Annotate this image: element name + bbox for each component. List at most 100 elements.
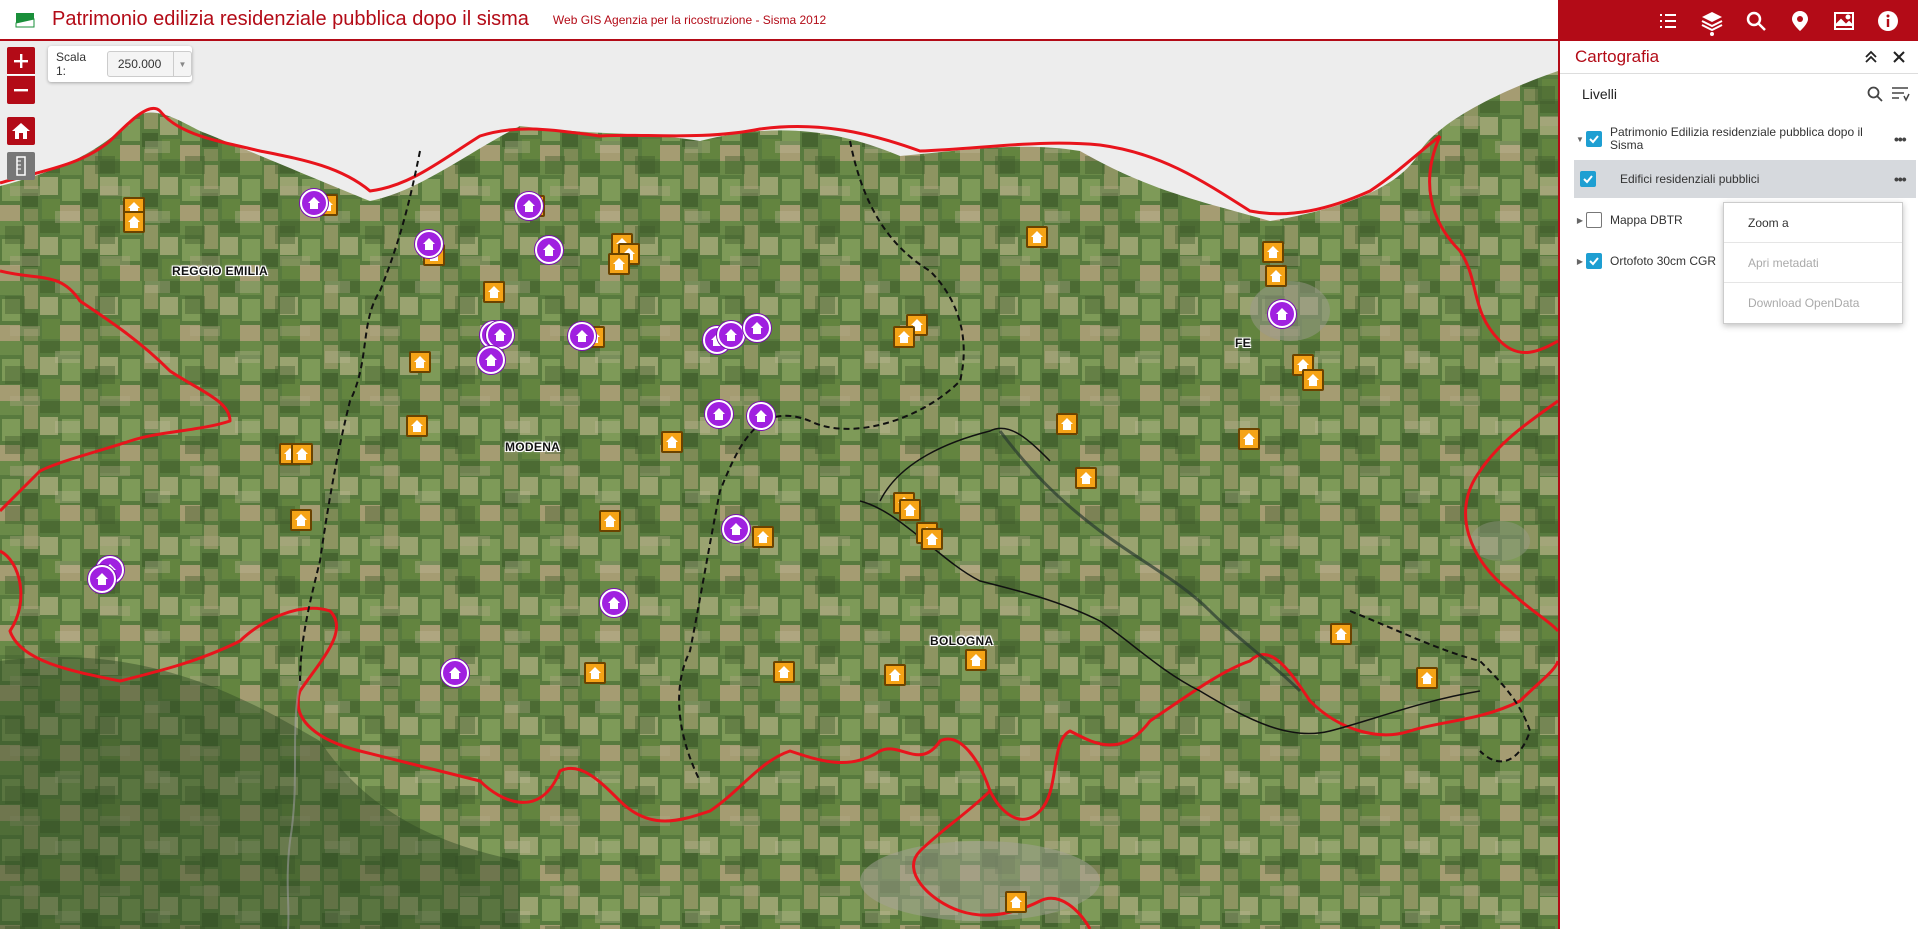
layer-item-patrimonio[interactable]: ▼ Patrimonio Edilizia residenziale pubbl… [1574, 122, 1916, 156]
menu-item-zoom[interactable]: Zoom a [1724, 203, 1902, 243]
house-icon [926, 533, 938, 545]
close-icon[interactable] [1890, 48, 1908, 66]
house-icon [751, 322, 763, 334]
house-icon [1270, 270, 1282, 282]
house-icon [576, 330, 588, 342]
city-label-reggio-emilia: REGGIO EMILIA [172, 264, 268, 278]
layers-button[interactable] [1690, 0, 1734, 41]
building-marker[interactable] [773, 661, 795, 683]
menu-item-metadata[interactable]: Apri metadati [1724, 243, 1902, 283]
building-marker-purple[interactable] [743, 314, 771, 342]
building-marker-purple[interactable] [717, 321, 745, 349]
building-marker-purple[interactable] [705, 400, 733, 428]
widget-toolbar [1558, 0, 1918, 41]
building-marker-purple[interactable] [747, 402, 775, 430]
expand-icon[interactable]: ▼ [1574, 133, 1586, 145]
building-marker[interactable] [1302, 369, 1324, 391]
info-button[interactable] [1866, 0, 1910, 41]
building-marker[interactable] [1265, 265, 1287, 287]
filter-icon[interactable] [1890, 85, 1910, 103]
building-marker-purple[interactable] [1268, 300, 1296, 328]
building-marker[interactable] [1330, 623, 1352, 645]
house-icon [1243, 433, 1255, 445]
app-header: Patrimonio edilizia residenziale pubblic… [0, 0, 1558, 41]
layers-panel: Cartografia Livelli ▼ Patrimonio Edilizi… [1558, 41, 1918, 929]
building-marker[interactable] [1005, 891, 1027, 913]
building-marker[interactable] [608, 253, 630, 275]
building-marker[interactable] [899, 499, 921, 521]
map-view[interactable]: REGGIO EMILIA MODENA BOLOGNA FE [0, 41, 1558, 929]
building-marker-purple[interactable] [515, 192, 543, 220]
building-marker[interactable] [1238, 428, 1260, 450]
building-marker-purple[interactable] [600, 589, 628, 617]
building-marker-purple[interactable] [441, 659, 469, 687]
menu-item-download[interactable]: Download OpenData [1724, 283, 1902, 323]
building-marker[interactable] [291, 443, 313, 465]
building-marker-purple[interactable] [88, 565, 116, 593]
ruler-icon [16, 156, 26, 176]
house-icon [730, 523, 742, 535]
basemap-icon [1834, 11, 1854, 30]
building-marker-purple[interactable] [300, 189, 328, 217]
collapse-icon[interactable] [1862, 48, 1880, 66]
minus-icon [14, 89, 28, 92]
building-marker[interactable] [409, 351, 431, 373]
more-options-icon[interactable]: ••• [1894, 131, 1914, 147]
building-marker-purple[interactable] [568, 322, 596, 350]
layer-checkbox[interactable] [1586, 253, 1602, 269]
building-marker[interactable] [884, 664, 906, 686]
building-marker-purple[interactable] [535, 236, 563, 264]
building-marker[interactable] [1026, 226, 1048, 248]
building-marker[interactable] [1416, 667, 1438, 689]
expand-icon[interactable]: ▶ [1574, 255, 1586, 267]
building-marker-purple[interactable] [722, 515, 750, 543]
home-button[interactable] [7, 117, 35, 145]
building-marker[interactable] [661, 431, 683, 453]
basemap-button[interactable] [1822, 0, 1866, 41]
city-label-bologna: BOLOGNA [930, 634, 994, 648]
building-marker-purple[interactable] [477, 346, 505, 374]
building-marker[interactable] [123, 211, 145, 233]
search-icon[interactable] [1866, 85, 1884, 103]
layer-list-button[interactable] [1646, 0, 1690, 41]
zoom-in-button[interactable] [7, 47, 35, 75]
building-marker[interactable] [752, 526, 774, 548]
building-marker[interactable] [483, 281, 505, 303]
layer-context-menu: Zoom a Apri metadati Download OpenData [1723, 202, 1903, 324]
building-marker-purple[interactable] [486, 321, 514, 349]
building-marker[interactable] [406, 415, 428, 437]
building-marker[interactable] [1075, 467, 1097, 489]
building-marker-purple[interactable] [415, 230, 443, 258]
house-icon [778, 666, 790, 678]
location-button[interactable] [1778, 0, 1822, 41]
building-marker[interactable] [1056, 413, 1078, 435]
scale-selector: Scala 1: 250.000 ▼ [48, 46, 192, 82]
building-marker[interactable] [599, 510, 621, 532]
more-options-icon[interactable]: ••• [1894, 171, 1914, 187]
building-marker[interactable] [965, 649, 987, 671]
layer-checkbox[interactable] [1586, 131, 1602, 147]
search-button[interactable] [1734, 0, 1778, 41]
satellite-basemap [0, 41, 1558, 929]
city-label-ferrara: FE [1235, 336, 1251, 350]
expand-icon[interactable]: ▶ [1574, 214, 1586, 226]
zoom-out-button[interactable] [7, 76, 35, 104]
building-marker[interactable] [290, 509, 312, 531]
house-icon [666, 436, 678, 448]
layer-checkbox[interactable] [1580, 171, 1596, 187]
layer-label: Ortofoto 30cm CGR [1610, 254, 1717, 268]
house-icon [589, 667, 601, 679]
building-marker[interactable] [1262, 241, 1284, 263]
building-marker[interactable] [921, 528, 943, 550]
layer-label: Mappa DBTR [1610, 213, 1683, 227]
chevron-down-icon: ▼ [173, 52, 191, 76]
house-icon [1080, 472, 1092, 484]
scale-dropdown[interactable]: 250.000 ▼ [106, 51, 192, 77]
house-icon [604, 515, 616, 527]
scale-value: 250.000 [117, 57, 162, 71]
measure-button[interactable] [7, 152, 35, 180]
layer-item-edifici[interactable]: Edifici residenziali pubblici ••• [1574, 160, 1916, 198]
building-marker[interactable] [893, 326, 915, 348]
building-marker[interactable] [584, 662, 606, 684]
layer-checkbox[interactable] [1586, 212, 1602, 228]
